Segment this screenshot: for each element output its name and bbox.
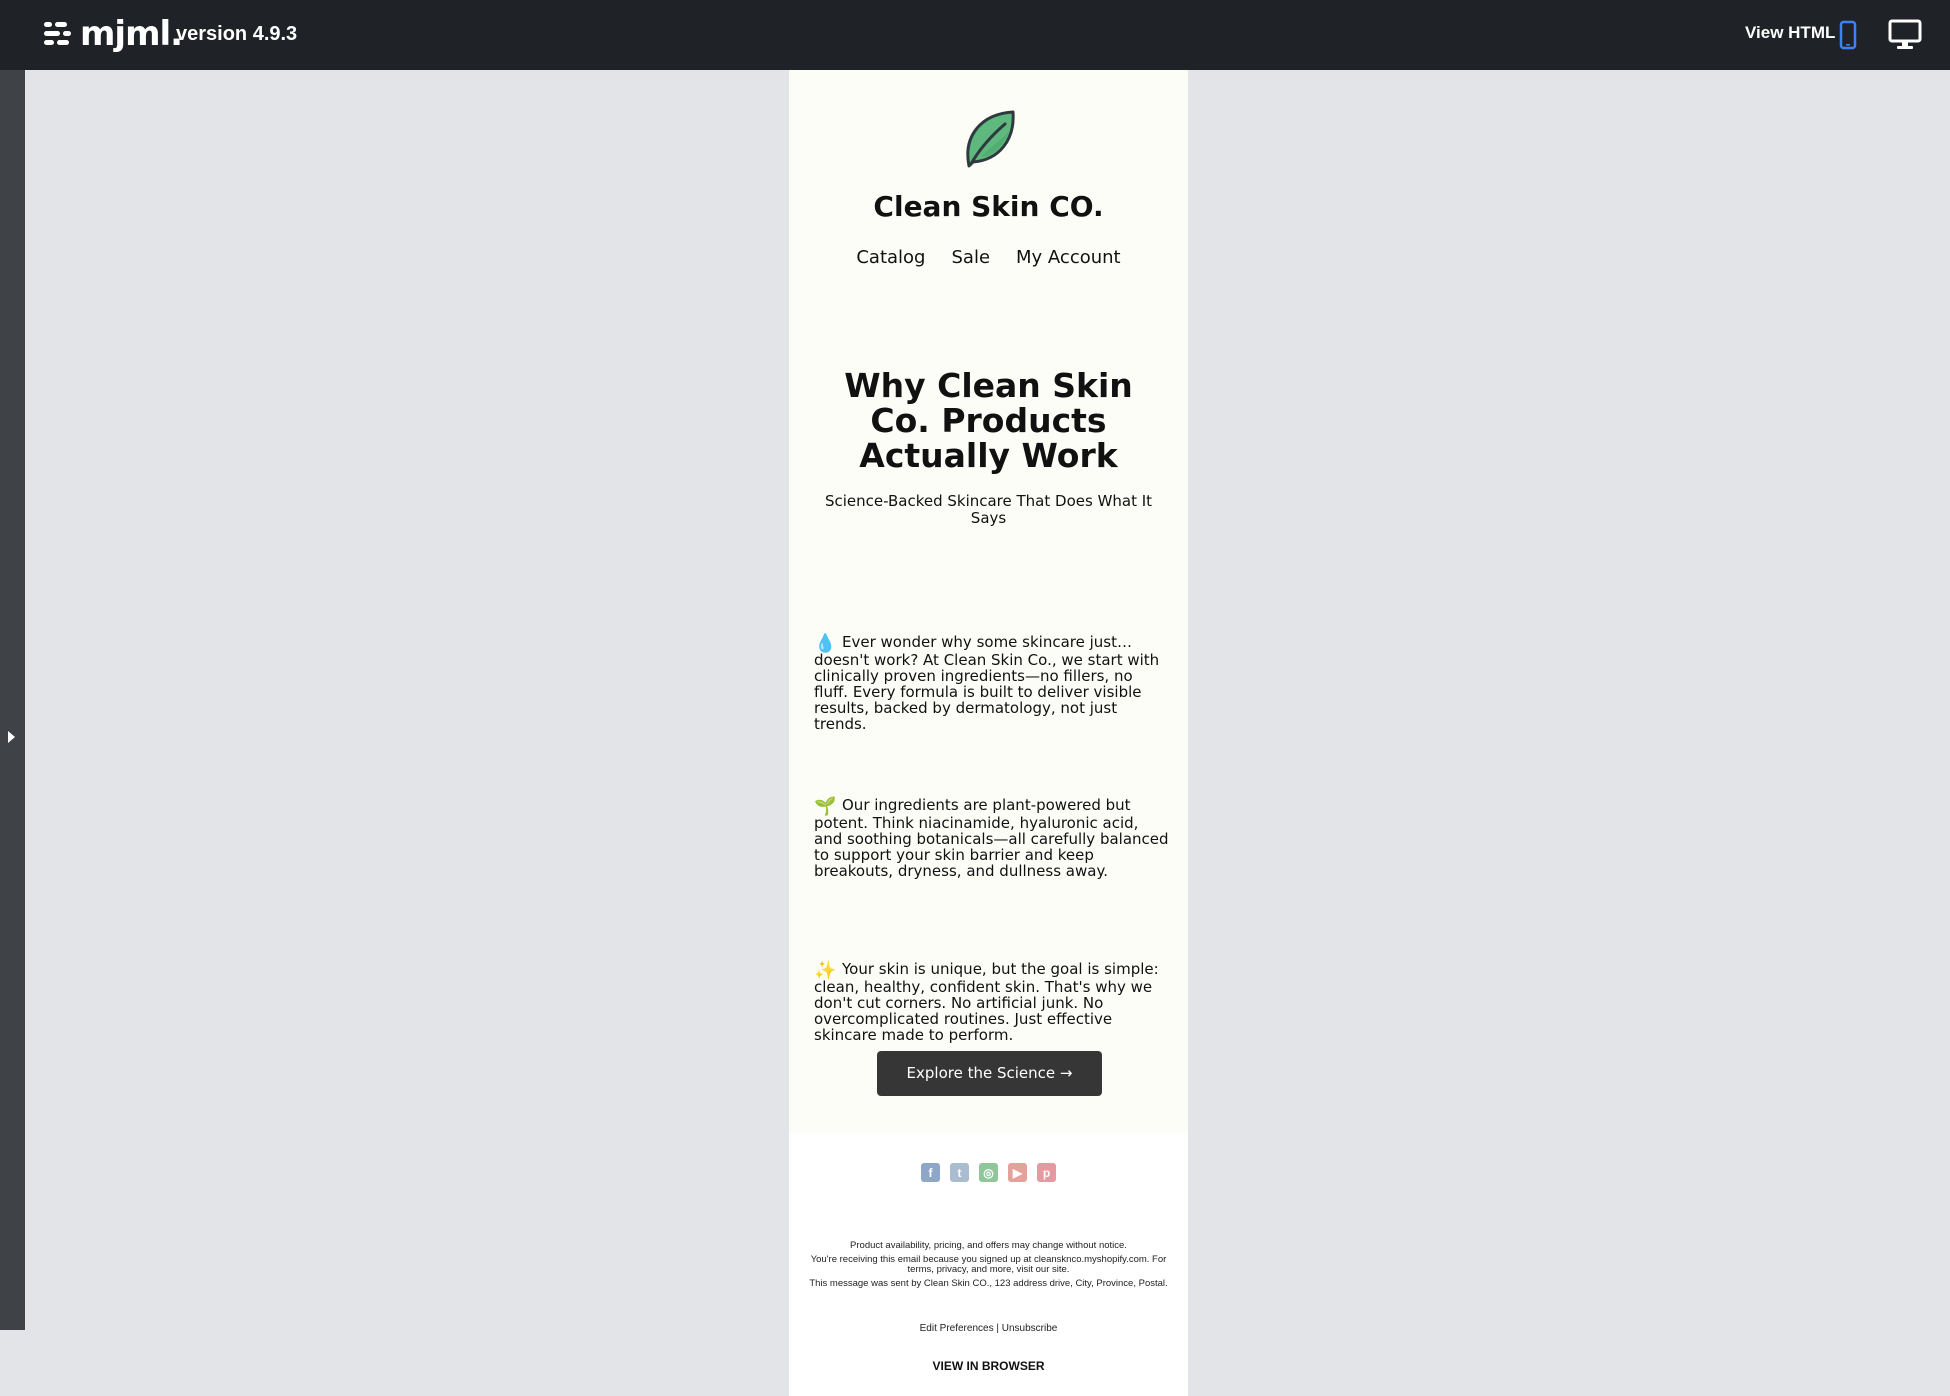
email-headline: Why Clean Skin Co. Products Actually Wor… [844,366,1133,475]
paragraph-text: Your skin is unique, but the goal is sim… [814,960,1159,1044]
sparkles-icon: ✨ [814,960,837,981]
view-in-browser-link[interactable]: VIEW IN BROWSER [789,1359,1188,1373]
code-panel-collapsed [0,70,25,1330]
youtube-icon[interactable]: ▶ [1008,1163,1027,1182]
email-subheadline: Science-Backed Skincare That Does What I… [824,492,1153,527]
footer-signup-notice: You're receiving this email because you … [810,1254,1167,1275]
instagram-icon[interactable]: ◎ [979,1163,998,1182]
twitter-icon[interactable]: t [950,1163,969,1182]
facebook-icon[interactable]: f [921,1163,940,1182]
paragraph-text: Ever wonder why some skincare just… does… [814,633,1160,733]
expand-panel-icon[interactable] [8,731,15,743]
email-preview: Clean Skin CO. Catalog Sale My Account W… [789,70,1188,1396]
nav-my-account-link[interactable]: My Account [1016,247,1121,268]
footer-disclaimer: Product availability, pricing, and offer… [850,1240,1127,1251]
explore-science-button[interactable]: Explore the Science → [877,1051,1102,1096]
logo-text: mjml. [80,14,183,54]
logo-mark-icon [44,22,71,45]
nav-sale-link[interactable]: Sale [952,247,991,268]
social-links: f t ◎ ▶ p [789,1163,1188,1182]
pinterest-icon[interactable]: p [1037,1163,1056,1182]
version-label: version 4.9.3 [176,23,298,45]
footer-separator: | [996,1323,999,1334]
top-bar: mjml. version 4.9.3 View HTML [0,0,1950,70]
paragraph-1: 💧 Ever wonder why some skincare just… doe… [814,634,1170,732]
edit-preferences-link[interactable]: Edit Preferences [920,1323,994,1334]
footer-address: This message was sent by Clean Skin CO.,… [809,1278,1168,1289]
email-nav: Catalog Sale My Account [789,247,1188,268]
paragraph-text: Our ingredients are plant-powered but po… [814,796,1169,880]
paragraph-2: 🌱 Our ingredients are plant-powered but p… [814,797,1170,879]
unsubscribe-link[interactable]: Unsubscribe [1002,1323,1058,1334]
footer-links: Edit Preferences | Unsubscribe [789,1323,1188,1334]
mjml-logo: mjml. [42,14,183,54]
mobile-icon[interactable] [1838,20,1858,50]
brand-name: Clean Skin CO. [873,190,1104,223]
nav-catalog-link[interactable]: Catalog [856,247,925,268]
seedling-icon: 🌱 [814,796,837,817]
view-html-button[interactable]: View HTML [1745,23,1835,43]
desktop-icon[interactable] [1888,18,1922,52]
droplet-icon: 💧 [814,633,837,654]
leaf-icon [966,110,1015,168]
paragraph-3: ✨ Your skin is unique, but the goal is si… [814,961,1170,1043]
